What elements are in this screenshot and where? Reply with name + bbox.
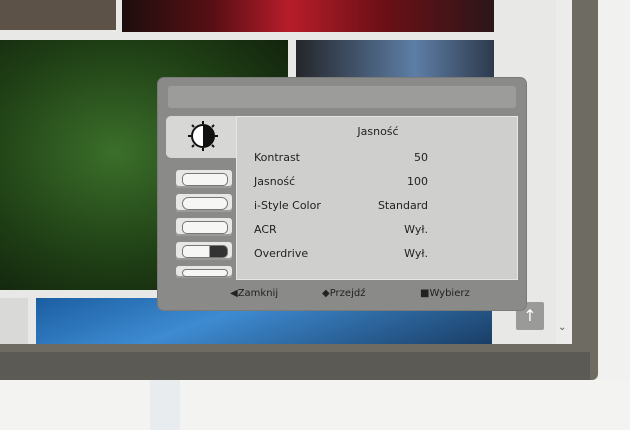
setting-label[interactable]: i-Style Color (254, 199, 321, 212)
monitor-stand (150, 380, 180, 430)
photo-tile[interactable] (122, 0, 494, 32)
osd-title: Jasność (357, 125, 399, 138)
tab-color[interactable] (176, 242, 232, 260)
bezel-lower-edge (0, 352, 590, 380)
scrollbar[interactable] (556, 0, 572, 344)
select-label: Wybierz (429, 288, 470, 299)
image-setup-icon (182, 221, 228, 234)
close-hint[interactable]: ◀Zamknij (230, 288, 278, 299)
auto-adjust-icon (182, 197, 228, 210)
setting-value: Wył. (404, 247, 428, 260)
setting-label[interactable]: ACR (254, 223, 277, 236)
setting-value: 50 (414, 151, 428, 164)
photo-tile[interactable] (0, 298, 28, 344)
setting-label[interactable]: Jasność (254, 175, 295, 188)
setting-value: Standard (377, 199, 428, 212)
tab-osd-setup[interactable] (176, 266, 232, 278)
tab-picture[interactable] (176, 170, 232, 188)
chevron-down-icon[interactable]: ⌄ (558, 322, 566, 333)
triangle-left-icon: ◀ (230, 288, 238, 299)
setting-label[interactable]: Kontrast (254, 151, 300, 164)
move-label: Przejdź (329, 288, 366, 299)
setting-label[interactable]: Overdrive (254, 247, 308, 260)
up-down-arrow-icon: ◆ (322, 288, 330, 299)
setting-value: 100 (407, 175, 428, 188)
tab-image-setup[interactable] (176, 218, 232, 236)
arrow-up-icon: ↑ (523, 306, 537, 325)
move-hint[interactable]: ◆Przejdź (322, 288, 365, 299)
select-hint[interactable]: ■Wybierz (420, 288, 470, 299)
osd-menu: Jasność Kontrast 50 Jasność 100 i-Style … (158, 78, 526, 310)
osd-setup-icon (182, 269, 228, 277)
osd-header-bar (168, 86, 516, 108)
osd-footer: ◀Zamknij ◆Przejdź ■Wybierz (168, 284, 516, 304)
photo-tile[interactable] (296, 40, 494, 80)
brightness-icon (188, 121, 218, 151)
tab-brightness[interactable] (166, 116, 238, 158)
color-icon (182, 245, 228, 258)
desk-surface (0, 380, 630, 430)
close-label: Zamknij (237, 288, 279, 299)
tab-auto-adjust[interactable] (176, 194, 232, 212)
setting-value: Wył. (404, 223, 428, 236)
picture-icon (182, 173, 228, 186)
photo-tile[interactable] (0, 0, 116, 30)
